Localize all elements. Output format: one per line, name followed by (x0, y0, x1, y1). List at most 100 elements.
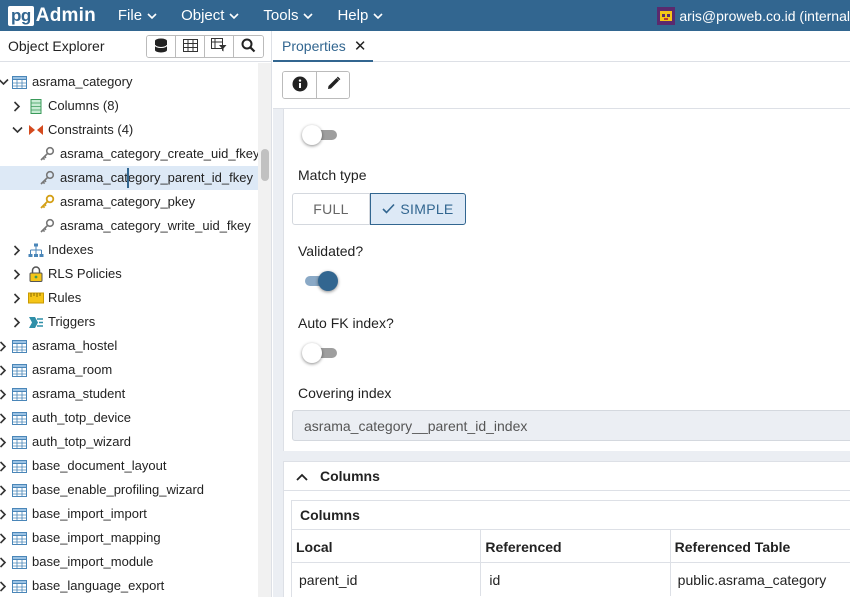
properties-panel: Properties ✕ Match type FULL SIMPLE Vali… (273, 31, 850, 597)
close-icon[interactable]: ✕ (354, 37, 367, 55)
user-menu[interactable]: aris@proweb.co.id (internal (657, 0, 850, 31)
tree-item[interactable]: RLS Policies (0, 262, 258, 286)
tree-item[interactable]: base_import_mapping (0, 526, 258, 550)
chevron-right-icon[interactable] (0, 364, 9, 376)
tab-properties[interactable]: Properties ✕ (273, 31, 373, 62)
pencil-icon (326, 76, 341, 94)
chevron-right-icon[interactable] (0, 340, 9, 352)
menu-file[interactable]: File (118, 7, 157, 24)
match-full-button[interactable]: FULL (292, 193, 370, 225)
tree-item[interactable]: auth_totp_wizard (0, 430, 258, 454)
table-row[interactable]: parent_id id public.asrama_category (292, 563, 850, 596)
chevron-down-icon (147, 7, 157, 24)
tree-item[interactable]: base_import_module (0, 550, 258, 574)
edit-button[interactable] (316, 72, 349, 98)
covering-index-label: Covering index (298, 385, 392, 401)
tree-item[interactable]: asrama_category_create_uid_fkey (0, 142, 258, 166)
chevron-right-icon[interactable] (11, 100, 23, 112)
tree-item[interactable]: asrama_hostel (0, 334, 258, 358)
chevron-right-icon[interactable] (0, 460, 9, 472)
view-data-button[interactable] (176, 36, 205, 57)
covering-index-value: asrama_category__parent_id_index (304, 417, 528, 434)
auto-fk-label: Auto FK index? (298, 315, 394, 331)
covering-index-field[interactable]: asrama_category__parent_id_index (292, 410, 850, 441)
chevron-right-icon[interactable] (11, 244, 23, 256)
user-label: aris@proweb.co.id (internal (679, 7, 850, 24)
object-explorer-header: Object Explorer (0, 31, 271, 62)
validated-toggle[interactable] (300, 269, 340, 293)
selection-cursor (127, 168, 129, 188)
info-button[interactable] (283, 72, 316, 98)
table-icon (11, 578, 27, 594)
chevron-right-icon[interactable] (11, 292, 23, 304)
chevron-right-icon[interactable] (0, 388, 9, 400)
columns-section-header[interactable]: Columns (284, 462, 850, 491)
properties-tool-group (282, 71, 350, 99)
toggle-knob (318, 271, 338, 291)
menu-tools[interactable]: Tools (263, 7, 314, 24)
menu-object[interactable]: Object (181, 7, 239, 24)
deferred-toggle[interactable] (302, 123, 342, 147)
chevron-right-icon[interactable] (11, 316, 23, 328)
search-objects-button[interactable] (234, 36, 263, 57)
tree-item[interactable]: asrama_category (0, 70, 258, 94)
tree-item[interactable]: base_document_layout (0, 454, 258, 478)
match-simple-button[interactable]: SIMPLE (370, 193, 466, 225)
tree-item[interactable]: asrama_room (0, 358, 258, 382)
toggle-knob (302, 125, 322, 145)
properties-form: Match type FULL SIMPLE Validated? Auto F… (283, 109, 850, 451)
query-tool-button[interactable] (147, 36, 176, 57)
tree-item-label: asrama_category (32, 74, 133, 89)
columns-grid-header: Local Referenced Referenced Table (292, 530, 850, 563)
tree-item[interactable]: Constraints (4) (0, 118, 258, 142)
tree-scrollbar[interactable] (258, 63, 271, 597)
chevron-right-icon[interactable] (0, 484, 9, 496)
tree-item-label: asrama_category_write_uid_fkey (60, 218, 251, 233)
chevron-down-icon[interactable] (11, 124, 23, 136)
chevron-down-icon (303, 7, 314, 24)
tree-item[interactable]: Indexes (0, 238, 258, 262)
tree-item[interactable]: base_enable_profiling_wizard (0, 478, 258, 502)
validated-label: Validated? (298, 243, 364, 259)
table-icon (11, 410, 27, 426)
tree-item-label: asrama_category_pkey (60, 194, 196, 209)
chevron-right-icon[interactable] (11, 268, 23, 280)
table-icon (11, 74, 27, 90)
tree-item[interactable]: base_import_import (0, 502, 258, 526)
check-icon (382, 201, 396, 217)
tree-item[interactable]: asrama_category_pkey (0, 190, 258, 214)
tree-item[interactable]: asrama_category_write_uid_fkey (0, 214, 258, 238)
tree-scrollbar-thumb[interactable] (261, 149, 269, 181)
table-icon (11, 458, 27, 474)
chevron-right-icon[interactable] (0, 556, 9, 568)
chevron-up-icon[interactable] (296, 469, 308, 484)
header-referenced-table: Referenced Table (674, 538, 791, 555)
chevron-right-icon[interactable] (0, 532, 9, 544)
tree-item[interactable]: Rules (0, 286, 258, 310)
tree-item-label: asrama_category_parent_id_fkey (60, 170, 253, 185)
foreign-key-icon (39, 146, 55, 162)
tree-item-label: base_enable_profiling_wizard (32, 482, 205, 497)
object-tree: asrama_category Columns (8) Constraints (4… (0, 63, 258, 597)
tree-item[interactable]: auth_totp_device (0, 406, 258, 430)
toggle-knob (302, 343, 322, 363)
tree-item[interactable]: asrama_student (0, 382, 258, 406)
tree-item-label: base_import_mapping (32, 530, 161, 545)
user-avatar-icon (657, 6, 676, 25)
chevron-right-icon[interactable] (0, 436, 9, 448)
tree-item[interactable]: Columns (8) (0, 94, 258, 118)
chevron-right-icon[interactable] (0, 412, 9, 424)
table-icon (11, 362, 27, 378)
tree-item[interactable]: asrama_category_parent_id_fkey (0, 166, 258, 190)
menu-help[interactable]: Help (337, 7, 383, 24)
filtered-rows-button[interactable] (205, 36, 234, 57)
chevron-right-icon[interactable] (0, 508, 9, 520)
chevron-down-icon[interactable] (0, 76, 9, 88)
auto-fk-toggle[interactable] (302, 341, 342, 365)
tree-item-label: asrama_room (32, 362, 113, 377)
tree-item[interactable]: base_language_export (0, 574, 258, 597)
chevron-down-icon (229, 7, 239, 24)
tree-item-label: Triggers (48, 314, 96, 329)
tree-item[interactable]: Triggers (0, 310, 258, 334)
chevron-right-icon[interactable] (0, 580, 9, 592)
